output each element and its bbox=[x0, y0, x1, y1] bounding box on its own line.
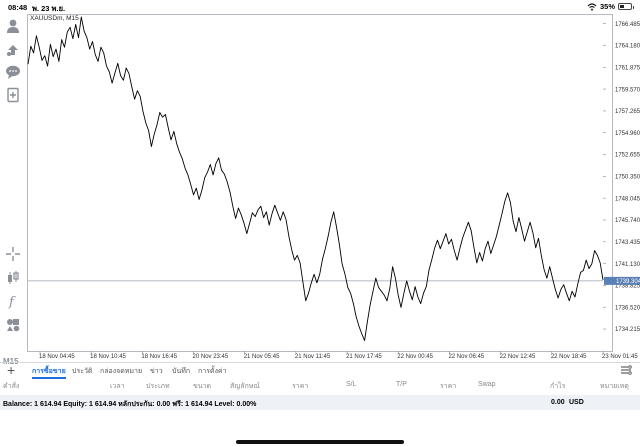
price-tick-label: 1745.740 bbox=[615, 218, 640, 224]
time-tick-label: 22 Nov 18:45 bbox=[551, 354, 587, 360]
time-tick-label: 21 Nov 11:45 bbox=[295, 354, 331, 360]
home-indicator bbox=[236, 440, 404, 444]
price-series-line[interactable] bbox=[27, 16, 604, 341]
active-tab-indicator bbox=[32, 377, 66, 379]
time-tick-label: 22 Nov 00:45 bbox=[397, 354, 433, 360]
tab-settings[interactable]: การตั้งค่า bbox=[198, 366, 227, 377]
time-tick-label: 18 Nov 16:45 bbox=[141, 354, 177, 360]
time-tick-label: 20 Nov 23:45 bbox=[193, 354, 229, 360]
tab-journal[interactable]: บันทึก bbox=[172, 366, 190, 377]
price-tick-label: 1766.485 bbox=[615, 22, 640, 28]
price-tick-label: 1741.130 bbox=[615, 262, 640, 268]
balance-summary: Balance: 1 614.94 Equity: 1 614.94 หลักป… bbox=[3, 401, 257, 408]
time-tick-label: 18 Nov 04:45 bbox=[39, 354, 75, 360]
col-volume[interactable]: ขนาด bbox=[193, 381, 211, 392]
price-tick-label: 1736.520 bbox=[615, 305, 640, 311]
time-tick-label: 22 Nov 12:45 bbox=[500, 354, 536, 360]
tab-history[interactable]: ประวัติ bbox=[72, 366, 92, 377]
col-price[interactable]: ราคา bbox=[292, 381, 308, 392]
chart-symbol: XAUUSDm, M15 bbox=[30, 15, 79, 22]
col-profit[interactable]: กำไร bbox=[550, 381, 565, 392]
col-type[interactable]: ประเภท bbox=[146, 381, 170, 392]
price-tick-label: 1757.265 bbox=[615, 109, 640, 115]
current-price-label: 1739.304 bbox=[616, 279, 640, 285]
price-tick-label: 1748.045 bbox=[615, 196, 640, 202]
add-icon[interactable]: + bbox=[7, 363, 15, 377]
price-tick-label: 1761.875 bbox=[615, 65, 640, 71]
price-tick-label: 1752.655 bbox=[615, 153, 640, 159]
price-chart[interactable]: 1766.485 1764.180 1761.875 1759.570 1757.265… bbox=[0, 0, 640, 362]
col-order[interactable]: คำสั่ง bbox=[3, 381, 19, 392]
price-tick-label: 1750.350 bbox=[615, 175, 640, 181]
col-swap[interactable]: Swap bbox=[478, 381, 496, 388]
time-tick-label: 22 Nov 06:45 bbox=[448, 354, 484, 360]
balance-row: Balance: 1 614.94 Equity: 1 614.94 หลักป… bbox=[0, 395, 640, 410]
balance-profit-value: 0.00 bbox=[551, 399, 565, 406]
price-tick-label: 1743.435 bbox=[615, 240, 640, 246]
tab-mailbox[interactable]: กล่องจดหมาย bbox=[100, 366, 142, 377]
time-tick-label: 18 Nov 10:45 bbox=[90, 354, 126, 360]
col-symbol[interactable]: สัญลักษณ์ bbox=[230, 381, 260, 392]
price-tick-label: 1764.180 bbox=[615, 44, 640, 50]
price-tick-label: 1734.215 bbox=[615, 327, 640, 333]
col-comment[interactable]: หมายเหตุ bbox=[600, 381, 629, 392]
panel-toggle-icon[interactable] bbox=[620, 364, 632, 376]
orders-table-header: คำสั่ง เวลา ประเภท ขนาด สัญลักษณ์ ราคา S… bbox=[0, 380, 640, 392]
time-tick-label: 21 Nov 05:45 bbox=[244, 354, 280, 360]
price-tick-label: 1759.570 bbox=[615, 87, 640, 93]
col-current-price[interactable]: ราคา bbox=[440, 381, 456, 392]
price-tick-label: 1754.960 bbox=[615, 131, 640, 137]
mt5-chart-screen: 08:48 พ. 23 พ.ย. 35% f M15 1766.485 1764… bbox=[0, 0, 640, 447]
time-tick-label: 23 Nov 01:45 bbox=[602, 354, 638, 360]
tab-trade[interactable]: การซื้อขาย bbox=[32, 366, 66, 377]
col-sl[interactable]: S/L bbox=[346, 381, 357, 388]
balance-currency: USD bbox=[569, 399, 584, 406]
col-time[interactable]: เวลา bbox=[110, 381, 125, 392]
bottom-tabs: + การซื้อขาย ประวัติ กล่องจดหมาย ข่าว บั… bbox=[0, 362, 640, 379]
time-tick-label: 21 Nov 17:45 bbox=[346, 354, 382, 360]
col-tp[interactable]: T/P bbox=[396, 381, 407, 388]
tab-news[interactable]: ข่าว bbox=[150, 366, 163, 377]
